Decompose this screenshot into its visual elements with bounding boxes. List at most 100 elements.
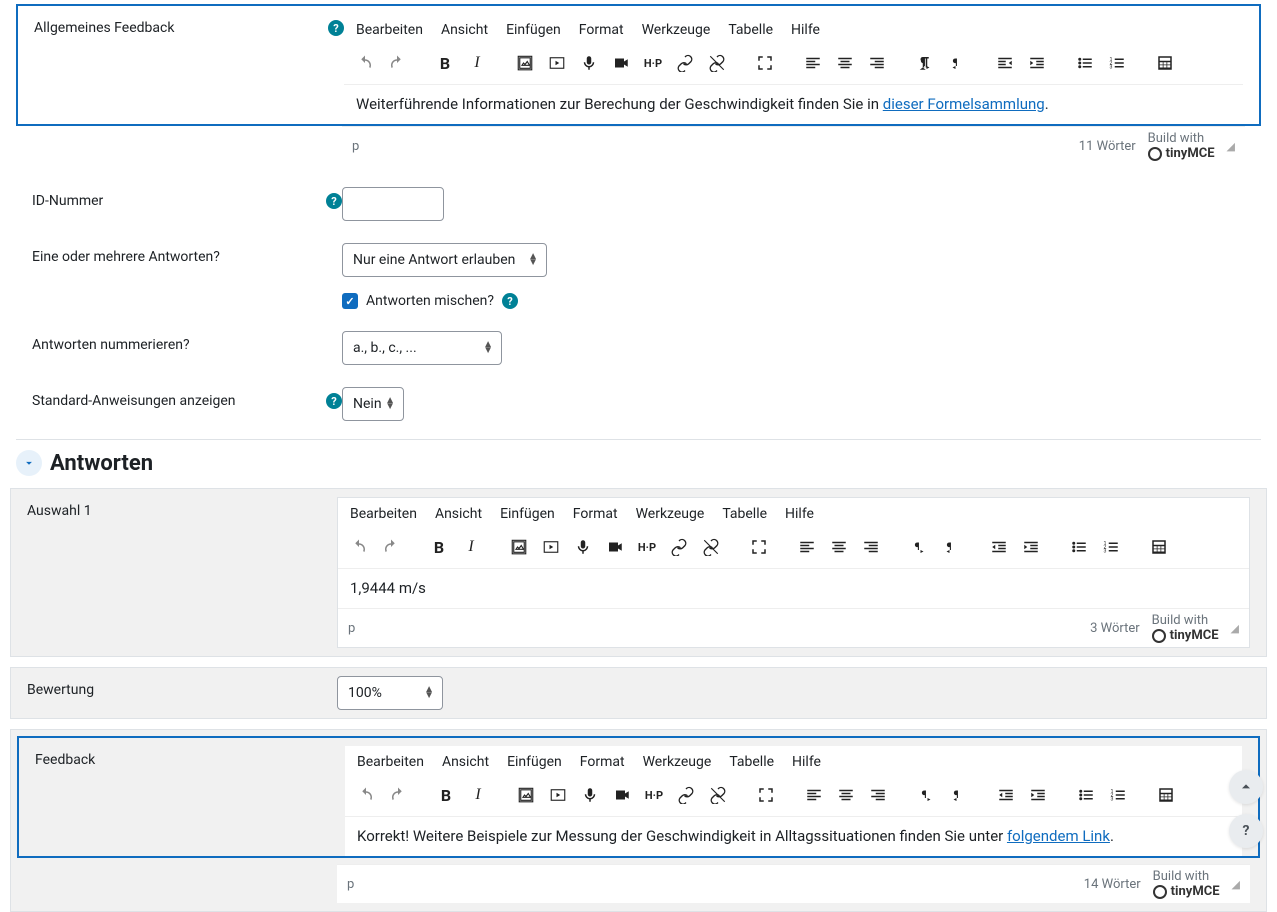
tinymce-logo[interactable]: tinyMCE	[1152, 628, 1219, 643]
show-instructions-select[interactable]: Nein ▲▼	[342, 387, 404, 421]
video-icon[interactable]	[608, 50, 634, 76]
link-icon[interactable]	[666, 534, 692, 560]
menu-format[interactable]: Format	[573, 506, 618, 522]
align-center-icon[interactable]	[826, 534, 852, 560]
equation-icon[interactable]	[1153, 782, 1179, 808]
indent-icon[interactable]	[1024, 50, 1050, 76]
menu-tools[interactable]: Werkzeuge	[636, 506, 705, 522]
outdent-icon[interactable]	[993, 782, 1019, 808]
tinymce-logo[interactable]: tinyMCE	[1148, 146, 1215, 161]
help-icon[interactable]: ?	[328, 20, 344, 36]
help-icon[interactable]: ?	[502, 293, 518, 309]
resize-handle-icon[interactable]: ◢	[1232, 878, 1240, 891]
menu-table[interactable]: Tabelle	[729, 754, 774, 770]
id-number-input[interactable]	[342, 187, 444, 221]
align-right-icon[interactable]	[858, 534, 884, 560]
tinymce-logo[interactable]: tinyMCE	[1153, 884, 1220, 899]
bullet-list-icon[interactable]	[1072, 50, 1098, 76]
redo-icon[interactable]	[378, 534, 404, 560]
menu-view[interactable]: Ansicht	[442, 754, 489, 770]
bullet-list-icon[interactable]	[1066, 534, 1092, 560]
rtl-icon[interactable]: ¶	[945, 782, 971, 808]
help-icon[interactable]: ?	[326, 193, 342, 209]
indent-icon[interactable]	[1018, 534, 1044, 560]
unlink-icon[interactable]	[704, 50, 730, 76]
bold-icon[interactable]: B	[433, 782, 459, 808]
menu-help[interactable]: Hilfe	[792, 754, 821, 770]
mic-icon[interactable]	[577, 782, 603, 808]
image-icon[interactable]	[506, 534, 532, 560]
rtl-icon[interactable]: ¶	[938, 534, 964, 560]
ltr-icon[interactable]: ¶	[913, 782, 939, 808]
mic-icon[interactable]	[570, 534, 596, 560]
equation-icon[interactable]	[1152, 50, 1178, 76]
bullet-list-icon[interactable]	[1073, 782, 1099, 808]
unlink-icon[interactable]	[698, 534, 724, 560]
align-left-icon[interactable]	[794, 534, 820, 560]
menu-help[interactable]: Hilfe	[791, 22, 820, 38]
italic-icon[interactable]: I	[465, 782, 491, 808]
video-icon[interactable]	[609, 782, 635, 808]
help-button[interactable]: ?	[1229, 814, 1263, 848]
menu-edit[interactable]: Bearbeiten	[356, 22, 423, 38]
editor-path[interactable]: p	[347, 877, 354, 892]
undo-icon[interactable]	[352, 50, 378, 76]
bold-icon[interactable]: B	[426, 534, 452, 560]
outdent-icon[interactable]	[986, 534, 1012, 560]
indent-icon[interactable]	[1025, 782, 1051, 808]
menu-insert[interactable]: Einfügen	[506, 22, 561, 38]
equation-icon[interactable]	[1146, 534, 1172, 560]
menu-view[interactable]: Ansicht	[435, 506, 482, 522]
single-multi-select[interactable]: Nur eine Antwort erlauben ▲▼	[342, 243, 547, 277]
menu-help[interactable]: Hilfe	[785, 506, 814, 522]
h5p-icon[interactable]: H·P	[640, 50, 666, 76]
menu-format[interactable]: Format	[579, 22, 624, 38]
menu-edit[interactable]: Bearbeiten	[357, 754, 424, 770]
number-list-icon[interactable]: 123	[1105, 782, 1131, 808]
bold-icon[interactable]: B	[432, 50, 458, 76]
shuffle-checkbox[interactable]: ✓	[342, 293, 358, 309]
content-link[interactable]: dieser Formelsammlung	[883, 95, 1045, 113]
rtl-icon[interactable]: ¶	[944, 50, 970, 76]
general-feedback-editor[interactable]: Weiterführende Informationen zur Berechu…	[344, 84, 1243, 124]
redo-icon[interactable]	[384, 50, 410, 76]
align-center-icon[interactable]	[833, 782, 859, 808]
align-left-icon[interactable]	[800, 50, 826, 76]
h5p-icon[interactable]: H·P	[634, 534, 660, 560]
ltr-icon[interactable]: ¶	[912, 50, 938, 76]
video-icon[interactable]	[602, 534, 628, 560]
fullscreen-icon[interactable]	[752, 50, 778, 76]
align-left-icon[interactable]	[801, 782, 827, 808]
number-list-icon[interactable]: 123	[1098, 534, 1124, 560]
align-right-icon[interactable]	[865, 782, 891, 808]
image-icon[interactable]	[513, 782, 539, 808]
collapse-toggle[interactable]	[16, 450, 42, 476]
number-list-icon[interactable]: 123	[1104, 50, 1130, 76]
editor-path[interactable]: p	[348, 621, 355, 636]
fullscreen-icon[interactable]	[753, 782, 779, 808]
link-icon[interactable]	[673, 782, 699, 808]
media-icon[interactable]	[544, 50, 570, 76]
numbering-select[interactable]: a., b., c., ... ▲▼	[342, 331, 502, 365]
choice1-editor[interactable]: 1,9444 m/s	[338, 568, 1249, 608]
content-link[interactable]: folgendem Link	[1007, 827, 1110, 845]
grade-select[interactable]: 100% ▲▼	[337, 676, 443, 710]
align-right-icon[interactable]	[864, 50, 890, 76]
outdent-icon[interactable]	[992, 50, 1018, 76]
italic-icon[interactable]: I	[464, 50, 490, 76]
italic-icon[interactable]: I	[458, 534, 484, 560]
menu-insert[interactable]: Einfügen	[500, 506, 555, 522]
menu-table[interactable]: Tabelle	[722, 506, 767, 522]
image-icon[interactable]	[512, 50, 538, 76]
menu-insert[interactable]: Einfügen	[507, 754, 562, 770]
fullscreen-icon[interactable]	[746, 534, 772, 560]
mic-icon[interactable]	[576, 50, 602, 76]
media-icon[interactable]	[545, 782, 571, 808]
undo-icon[interactable]	[353, 782, 379, 808]
menu-edit[interactable]: Bearbeiten	[350, 506, 417, 522]
menu-view[interactable]: Ansicht	[441, 22, 488, 38]
ltr-icon[interactable]: ¶	[906, 534, 932, 560]
unlink-icon[interactable]	[705, 782, 731, 808]
choice1-feedback-editor[interactable]: Korrekt! Weitere Beispiele zur Messung d…	[345, 816, 1242, 856]
help-icon[interactable]: ?	[326, 393, 342, 409]
